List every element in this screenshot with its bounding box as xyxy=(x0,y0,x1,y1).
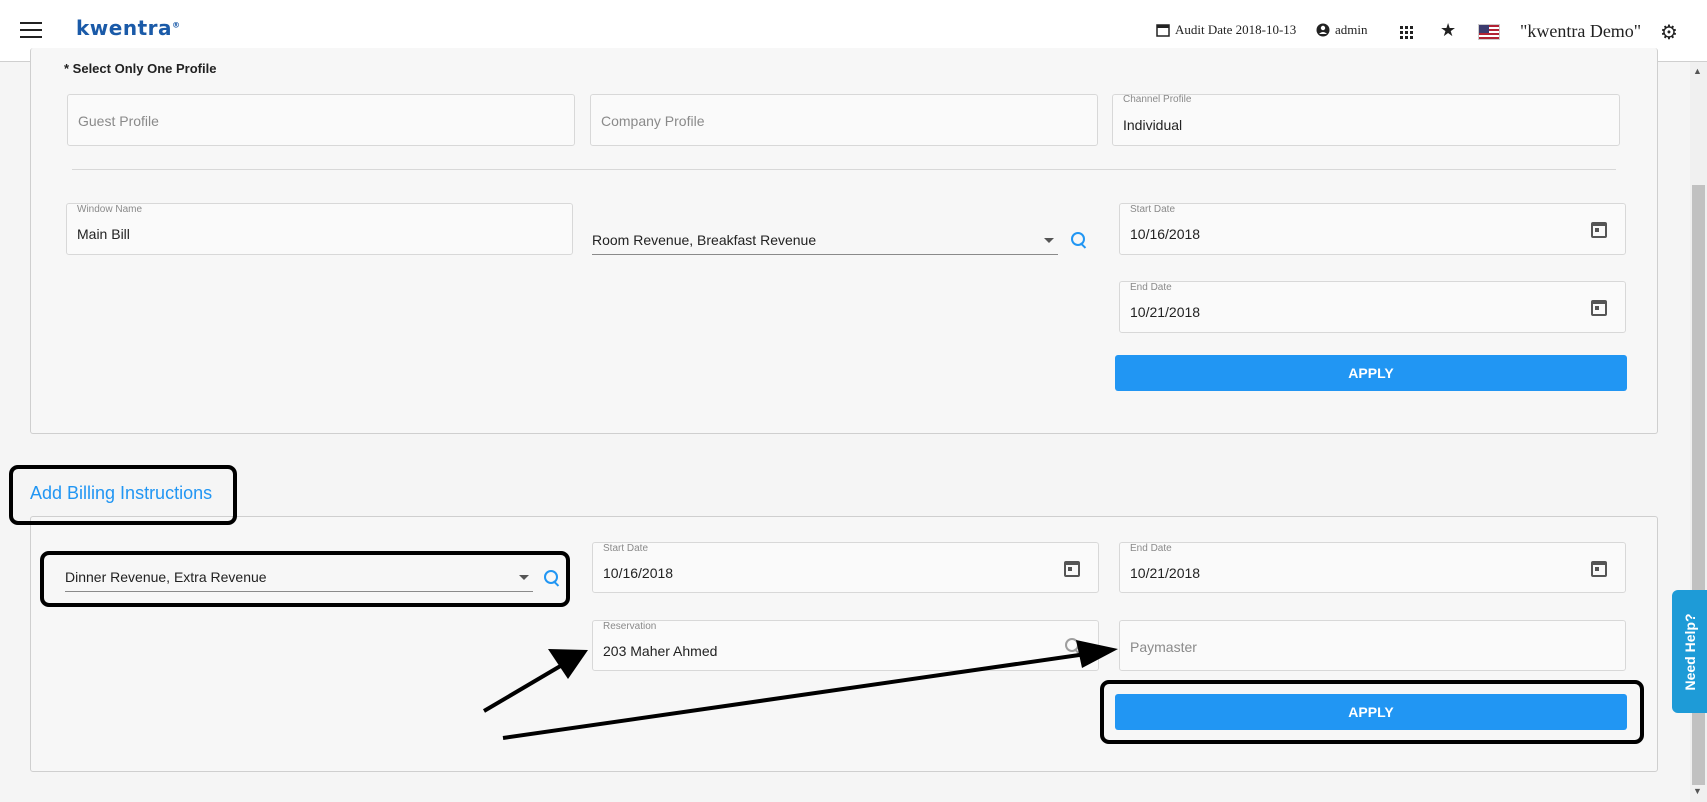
need-help-label: Need Help? xyxy=(1681,612,1698,691)
annotation-arrows xyxy=(482,640,1118,740)
annotation-arrow-paymaster xyxy=(502,650,1101,740)
need-help-tab[interactable]: Need Help? xyxy=(1672,590,1707,713)
arrowhead-icon xyxy=(1076,640,1118,668)
arrowhead-icon xyxy=(548,649,588,679)
